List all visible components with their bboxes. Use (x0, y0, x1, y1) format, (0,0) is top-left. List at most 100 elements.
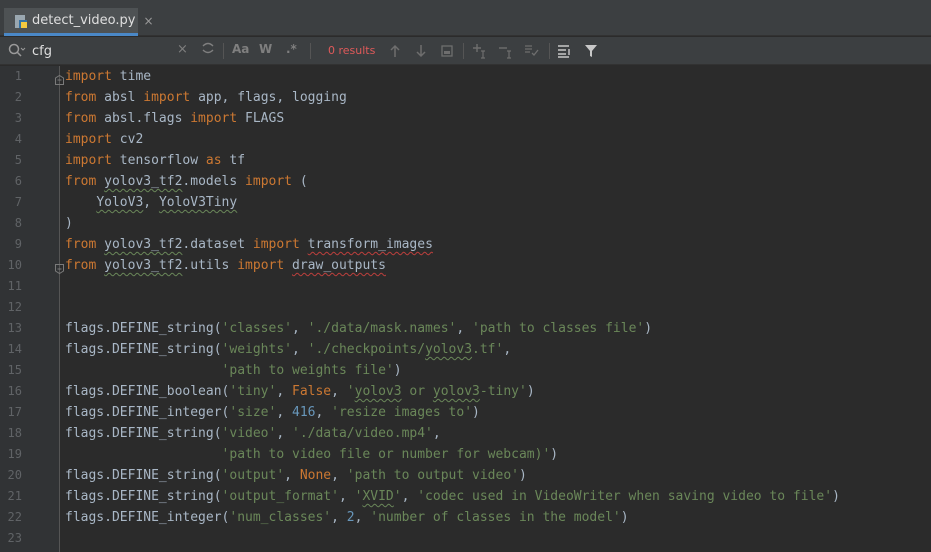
code-token: ( (292, 174, 308, 189)
code-token: , (456, 321, 473, 336)
tab-close-icon[interactable]: × (143, 14, 153, 28)
code-token: 'tiny' (229, 384, 277, 399)
code-token: 'output_format' (221, 489, 339, 504)
code-line[interactable]: 7 YoloV3, YoloV3Tiny (0, 192, 931, 213)
code-line[interactable]: 4 import cv2 (0, 129, 931, 150)
code-token: 2 (346, 510, 355, 525)
code-line[interactable]: 5 import tensorflow as tf (0, 150, 931, 171)
code-line[interactable]: 2 from absl import app, flags, logging (0, 87, 931, 108)
code-text: from yolov3_tf2.utils import draw_output… (65, 255, 386, 276)
code-token: .models (182, 174, 246, 189)
clear-search-icon[interactable]: × (177, 42, 188, 57)
tab-detect-video[interactable]: detect_video.py × (4, 8, 154, 36)
code-line[interactable]: 22 flags.DEFINE_integer('num_classes', 2,… (0, 507, 931, 528)
code-token: draw_outputs (292, 258, 386, 273)
line-number: 17 (7, 405, 22, 419)
prev-occurrence-icon[interactable] (386, 42, 404, 60)
code-text: flags.DEFINE_string('video', './data/vid… (65, 423, 441, 444)
code-line[interactable]: 8) (0, 213, 931, 234)
fold-marker-icon[interactable] (55, 71, 64, 85)
multiline-icon[interactable] (556, 42, 574, 60)
code-line[interactable]: 1 import time (0, 66, 931, 87)
remove-selection-icon[interactable] (497, 42, 515, 60)
code-token: FLAGS (237, 111, 285, 126)
search-input[interactable] (32, 41, 172, 61)
code-token: tf (221, 153, 246, 168)
code-token: absl.flags (96, 111, 191, 126)
filter-icon[interactable] (582, 42, 600, 60)
code-line[interactable]: 17 flags.DEFINE_integer('size', 416, 'res… (0, 402, 931, 423)
code-token: , (331, 510, 347, 525)
separator (310, 43, 311, 59)
code-token: yolov3 (425, 342, 473, 357)
code-token: , (276, 405, 292, 420)
code-token: ) (644, 321, 653, 336)
code-line[interactable]: 9 from yolov3_tf2.dataset import transfor… (0, 234, 931, 255)
code-token: 'classes' (221, 321, 292, 336)
code-line[interactable]: 10 from yolov3_tf2.utils import draw_outp… (0, 255, 931, 276)
code-text: YoloV3, YoloV3Tiny (65, 192, 237, 213)
code-text: flags.DEFINE_string('output_format', 'XV… (65, 486, 840, 507)
code-line[interactable]: 3 from absl.flags import FLAGS (0, 108, 931, 129)
whole-words-toggle[interactable]: W (259, 42, 272, 56)
code-token: , (284, 468, 300, 483)
select-all-occurrences-icon[interactable] (523, 42, 541, 60)
code-token: ' (346, 384, 355, 399)
code-token: yolov3 (432, 384, 480, 399)
select-all-icon[interactable] (438, 42, 456, 60)
tab-label: detect_video.py (32, 13, 136, 28)
separator (463, 43, 464, 59)
code-line[interactable]: 11 (0, 276, 931, 297)
line-number: 20 (7, 468, 22, 482)
code-token: YoloV3Tiny (158, 195, 238, 210)
code-line[interactable]: 19 'path to video file or number for web… (0, 444, 931, 465)
fold-marker-icon[interactable] (55, 260, 64, 275)
code-text: from yolov3_tf2.models import ( (65, 171, 308, 192)
code-line[interactable]: 13 flags.DEFINE_string('classes', './data… (0, 318, 931, 339)
code-token: app, flags, logging (190, 90, 347, 105)
code-token: 'path to classes file' (472, 321, 645, 336)
python-file-icon (14, 14, 28, 28)
code-line[interactable]: 23 (0, 528, 931, 549)
code-editor[interactable]: 1 import time 2 from absl import app, flags… (0, 66, 931, 552)
search-icon[interactable] (8, 43, 26, 59)
code-token: flags.DEFINE_integer( (65, 510, 230, 525)
code-token: 'num_classes' (229, 510, 332, 525)
code-token: flags.DEFINE_string( (65, 426, 222, 441)
code-line[interactable]: 21 flags.DEFINE_string('output_format', '… (0, 486, 931, 507)
editor-tabbar: detect_video.py × (0, 0, 931, 36)
code-line[interactable]: 16 flags.DEFINE_boolean('tiny', False, 'y… (0, 381, 931, 402)
code-token: , (401, 489, 418, 504)
line-number: 9 (14, 237, 22, 251)
add-selection-icon[interactable] (471, 42, 489, 60)
code-token: flags.DEFINE_integer( (65, 405, 230, 420)
code-token: ' (393, 489, 402, 504)
regex-toggle[interactable]: .* (286, 42, 297, 56)
next-occurrence-icon[interactable] (412, 42, 430, 60)
code-line[interactable]: 6 from yolov3_tf2.models import ( (0, 171, 931, 192)
code-token: , (331, 468, 347, 483)
code-token: import (65, 69, 112, 84)
code-token: ) (620, 510, 629, 525)
line-number: 6 (14, 174, 22, 188)
match-case-toggle[interactable]: Aa (232, 42, 249, 56)
code-line[interactable]: 15 'path to weights file') (0, 360, 931, 381)
replace-icon[interactable] (201, 41, 215, 59)
code-token: flags.DEFINE_string( (65, 321, 222, 336)
results-count: 0 results (328, 44, 376, 57)
code-token: time (111, 69, 152, 84)
code-line[interactable]: 18 flags.DEFINE_string('video', './data/v… (0, 423, 931, 444)
code-line[interactable]: 12 (0, 297, 931, 318)
code-token: absl (96, 90, 144, 105)
code-token: None (299, 468, 332, 483)
line-number: 16 (7, 384, 22, 398)
code-line[interactable]: 20 flags.DEFINE_string('output', None, 'p… (0, 465, 931, 486)
code-token: 'path to output video' (346, 468, 519, 483)
code-token: 416 (292, 405, 316, 420)
code-token: from (65, 111, 97, 126)
code-line[interactable]: 14 flags.DEFINE_string('weights', './chec… (0, 339, 931, 360)
code-token: or (401, 384, 433, 399)
code-token: ) (832, 489, 840, 504)
